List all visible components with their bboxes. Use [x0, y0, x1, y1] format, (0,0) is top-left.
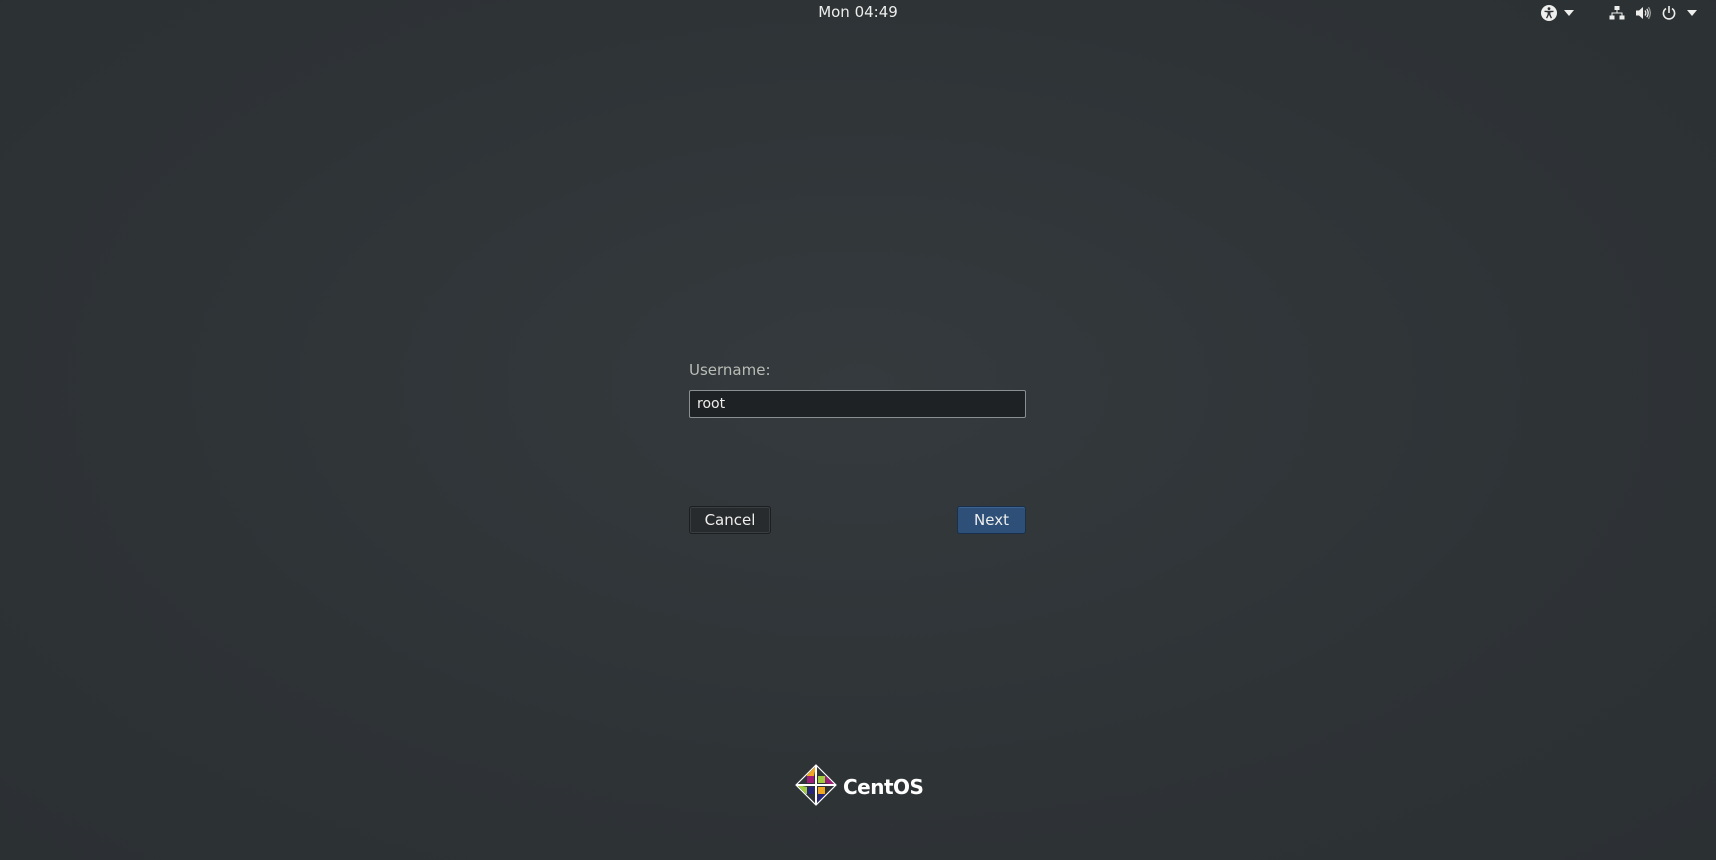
next-button[interactable]: Next — [957, 506, 1026, 534]
centos-logo-icon — [795, 764, 837, 810]
login-screen: Mon 04:49 Username: root Cancel Next Cen… — [0, 0, 1716, 860]
centos-logo-text: CentOS — [843, 775, 924, 799]
volume-icon — [1635, 5, 1651, 21]
power-icon — [1661, 5, 1677, 21]
clock[interactable]: Mon 04:49 — [0, 3, 1716, 21]
username-field[interactable] — [689, 390, 1026, 418]
top-bar: Mon 04:49 — [0, 0, 1716, 26]
username-label: Username: — [689, 361, 771, 379]
dropdown-arrow-icon — [1687, 10, 1697, 16]
dropdown-arrow-icon — [1564, 10, 1574, 16]
accessibility-icon — [1540, 4, 1558, 22]
centos-logo: CentOS — [795, 764, 924, 810]
system-status-menu[interactable] — [1609, 4, 1697, 22]
cancel-button[interactable]: Cancel — [689, 506, 771, 534]
network-wired-icon — [1609, 5, 1625, 21]
accessibility-menu[interactable] — [1540, 4, 1574, 22]
